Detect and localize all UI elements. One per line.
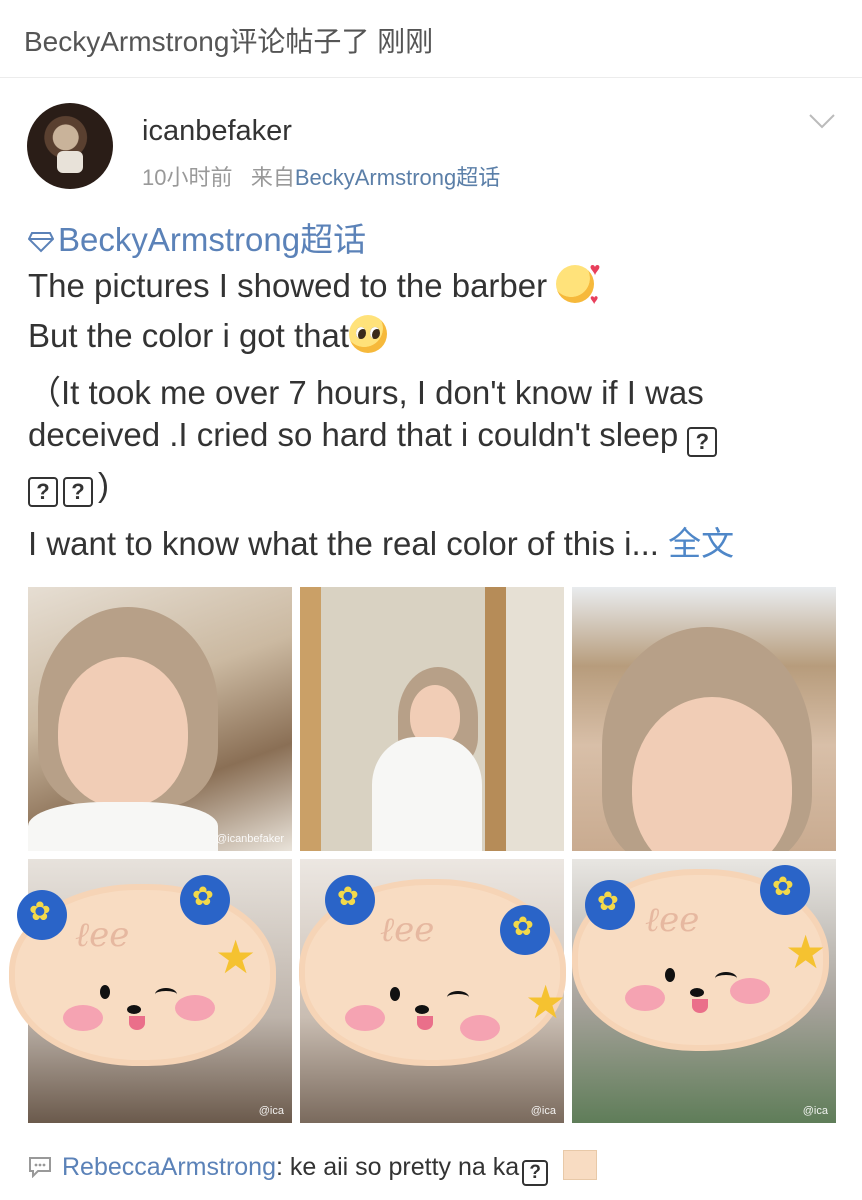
cheek (460, 1015, 500, 1041)
post-line-6: I want to know what the real color of th… (28, 517, 734, 565)
source-prefix: 来自 (250, 165, 295, 190)
post-text: The pictures I showed to the barber (28, 267, 557, 304)
full-text-link[interactable]: 全文 (668, 525, 734, 562)
nose (690, 988, 704, 997)
tongue (417, 1016, 433, 1030)
comment-text: : ke aii so pretty na ka (275, 1153, 520, 1181)
post-line-2: But the color i got that (28, 315, 388, 355)
cheek (625, 985, 665, 1011)
bear-sticker: ★ ℓee (5, 870, 290, 1070)
post-time: 10小时前 (142, 165, 233, 190)
flower-icon (585, 880, 635, 930)
flower-icon (325, 875, 375, 925)
notification-header[interactable]: BeckyArmstrong评论帖子了 刚刚 (0, 0, 862, 78)
photo-watermark: @icanbefaker (215, 833, 284, 845)
source-link[interactable]: BeckyArmstrong超话 (295, 165, 500, 190)
wink-eye (447, 991, 469, 1004)
eye (390, 987, 400, 1001)
star-icon: ★ (215, 931, 257, 983)
cheek (63, 1005, 103, 1031)
bear-sticker: ★ ℓee (570, 860, 855, 1060)
nose (127, 1005, 141, 1014)
comment-row[interactable]: RebeccaArmstrong: ke aii so pretty na ka… (28, 1150, 598, 1186)
flower-icon (760, 865, 810, 915)
cheek (175, 995, 215, 1021)
chevron-down-icon[interactable] (808, 112, 836, 130)
wink-eye (155, 988, 177, 1001)
diamond-icon (27, 232, 55, 253)
flower-icon (500, 905, 550, 955)
post-text: deceived .I cried so hard that i couldn'… (28, 416, 688, 453)
tongue (692, 999, 708, 1013)
photo-watermark: @ica (258, 1105, 284, 1117)
photo-2[interactable] (300, 587, 564, 851)
wink-eye (715, 972, 737, 985)
missing-glyph-icon: ? (522, 1160, 549, 1186)
cheek (730, 978, 770, 1004)
missing-glyph-icon: ? (687, 427, 718, 457)
flower-icon (180, 875, 230, 925)
flower-icon (17, 890, 67, 940)
topic-link[interactable]: BeckyArmstrong超话 (27, 213, 367, 261)
bear-sticker: ★ ℓee (295, 865, 580, 1065)
nose (415, 1005, 429, 1014)
color-swatch-icon (563, 1150, 598, 1180)
comment-bubble-icon (29, 1157, 51, 1178)
post-text: I want to know what the real color of th… (28, 525, 669, 562)
photo-3[interactable] (572, 587, 836, 851)
post-line-4: deceived .I cried so hard that i couldn'… (28, 416, 722, 457)
username[interactable]: icanbefaker (142, 115, 292, 148)
shirt (372, 737, 482, 851)
missing-glyph-icon: ? (63, 477, 93, 507)
photo-1[interactable]: @icanbefaker (28, 587, 292, 851)
post-meta: 10小时前 来自BeckyArmstrong超话 (142, 160, 500, 192)
swirl-doodle: ℓee (380, 910, 435, 950)
pleading-face-emoji-icon (349, 315, 388, 353)
photo-watermark: @ica (802, 1105, 828, 1117)
star-icon: ★ (785, 926, 827, 978)
notification-text: BeckyArmstrong评论帖子了 刚刚 (24, 26, 434, 57)
post-line-5: ??) (28, 466, 109, 507)
cheek (345, 1005, 385, 1031)
star-icon: ★ (525, 976, 567, 1028)
comment-username[interactable]: RebeccaArmstrong (62, 1153, 276, 1181)
missing-glyph-icon: ? (28, 477, 58, 507)
post-line-1: The pictures I showed to the barber (28, 259, 600, 307)
smiling-hearts-emoji-icon (556, 259, 600, 307)
photo-watermark: @ica (530, 1105, 556, 1117)
post-text: ) (98, 466, 109, 503)
eye (100, 985, 110, 999)
post-text: But the color i got that (28, 317, 350, 354)
face (58, 657, 188, 807)
post-line-3: （It took me over 7 hours, I don't know i… (28, 374, 704, 411)
swirl-doodle: ℓee (645, 900, 700, 940)
tongue (129, 1016, 145, 1030)
topic-label: BeckyArmstrong超话 (58, 221, 367, 258)
avatar[interactable] (27, 103, 113, 189)
swirl-doodle: ℓee (75, 915, 130, 955)
eye (665, 968, 675, 982)
shirt (28, 802, 218, 851)
